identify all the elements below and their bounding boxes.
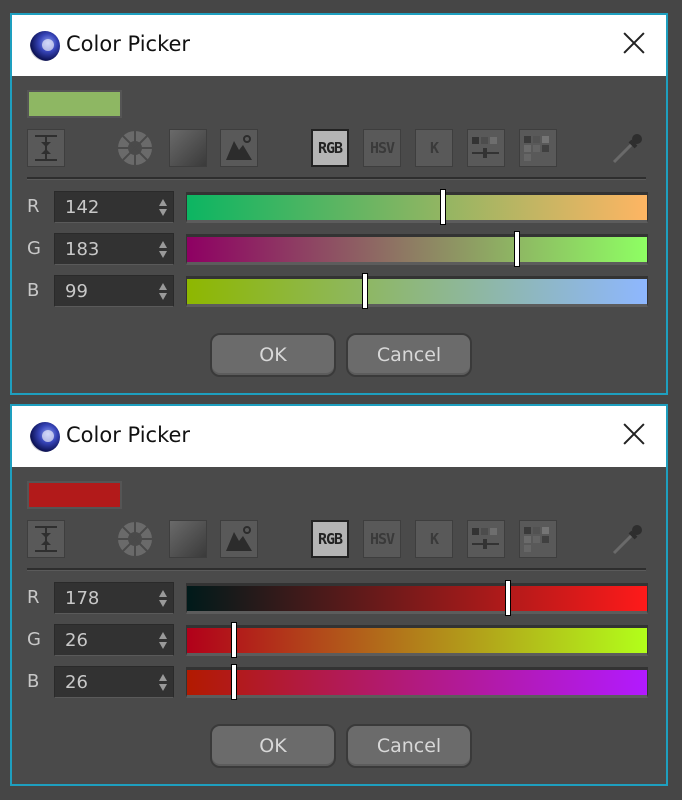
channel-label: G: [27, 238, 41, 259]
channel-slider[interactable]: [186, 189, 648, 225]
channel-row: B 99: [12, 273, 666, 309]
ok-button[interactable]: OK: [210, 724, 336, 768]
channel-label: B: [27, 280, 40, 301]
close-button[interactable]: [620, 420, 648, 448]
channel-value-input[interactable]: 178: [54, 582, 174, 614]
spinner-arrows-icon[interactable]: [159, 590, 167, 608]
channel-value-input[interactable]: 99: [54, 275, 174, 307]
window-title: Color Picker: [66, 423, 191, 447]
cancel-button[interactable]: Cancel: [346, 333, 472, 377]
slider-knob[interactable]: [514, 231, 521, 267]
divider: [27, 177, 646, 180]
image-picture-icon: [226, 135, 252, 160]
swatches-button[interactable]: [519, 520, 557, 558]
eyedropper-icon: [612, 134, 642, 164]
rgb-mode-button[interactable]: RGB: [311, 520, 349, 558]
color-preview-swatch: [27, 90, 122, 118]
color-wheel-button[interactable]: [116, 129, 154, 167]
ok-button[interactable]: OK: [210, 333, 336, 377]
swatches-button[interactable]: [519, 129, 557, 167]
fit-height-icon: [35, 526, 57, 552]
channel-label: R: [27, 196, 40, 217]
slider-knob[interactable]: [230, 664, 237, 700]
toolbar: RGB HSV K: [12, 518, 666, 558]
spinner-arrows-icon[interactable]: [159, 199, 167, 217]
slider-knob[interactable]: [362, 273, 369, 309]
eyedropper-button[interactable]: [608, 129, 646, 167]
channel-slider[interactable]: [186, 580, 648, 616]
channel-value[interactable]: 178: [65, 588, 99, 609]
mixer-button[interactable]: [467, 129, 505, 167]
mixer-icon: [472, 528, 499, 549]
slider-knob[interactable]: [505, 580, 512, 616]
eyedropper-icon: [612, 525, 642, 555]
rgb-mode-button[interactable]: RGB: [311, 129, 349, 167]
swatches-icon: [524, 136, 549, 161]
hsv-mode-button[interactable]: HSV: [363, 129, 401, 167]
mixer-icon: [472, 137, 499, 158]
channel-value-input[interactable]: 183: [54, 233, 174, 265]
app-logo-icon: [30, 31, 60, 61]
channel-row: B 26: [12, 664, 666, 700]
spinner-arrows-icon[interactable]: [159, 283, 167, 301]
swatches-icon: [524, 527, 549, 552]
kelvin-mode-button[interactable]: K: [415, 129, 453, 167]
color-picker-dialog: Color Picker RGB HSV K: [10, 13, 668, 395]
channel-value-input[interactable]: 26: [54, 624, 174, 656]
fit-height-button[interactable]: [27, 520, 65, 558]
kelvin-mode-button[interactable]: K: [415, 520, 453, 558]
channel-slider[interactable]: [186, 622, 648, 658]
mixer-button[interactable]: [467, 520, 505, 558]
fit-height-icon: [35, 135, 57, 161]
title-bar: Color Picker: [12, 406, 666, 467]
title-bar: Color Picker: [12, 15, 666, 76]
channel-row: R 178: [12, 580, 666, 616]
divider: [27, 568, 646, 571]
channel-row: R 142: [12, 189, 666, 225]
channel-value[interactable]: 26: [65, 672, 88, 693]
window-title: Color Picker: [66, 32, 191, 56]
hsv-mode-button[interactable]: HSV: [363, 520, 401, 558]
channel-label: G: [27, 629, 41, 650]
color-wheel-button[interactable]: [116, 520, 154, 558]
channel-row: G 26: [12, 622, 666, 658]
toolbar: RGB HSV K: [12, 127, 666, 167]
app-logo-icon: [30, 422, 60, 452]
channel-value[interactable]: 183: [65, 239, 99, 260]
spinner-arrows-icon[interactable]: [159, 632, 167, 650]
gradient-square-button[interactable]: [169, 520, 207, 558]
channel-value[interactable]: 26: [65, 630, 88, 651]
channel-slider[interactable]: [186, 231, 648, 267]
channel-slider[interactable]: [186, 664, 648, 700]
cancel-button[interactable]: Cancel: [346, 724, 472, 768]
image-picker-button[interactable]: [220, 129, 258, 167]
channel-slider[interactable]: [186, 273, 648, 309]
color-preview-swatch: [27, 481, 122, 509]
color-picker-dialog: Color Picker RGB HSV K: [10, 404, 668, 786]
close-button[interactable]: [620, 29, 648, 57]
gradient-square-button[interactable]: [169, 129, 207, 167]
channel-label: R: [27, 587, 40, 608]
channel-value[interactable]: 142: [65, 197, 99, 218]
channel-label: B: [27, 671, 40, 692]
image-picker-button[interactable]: [220, 520, 258, 558]
color-wheel-icon: [118, 522, 152, 556]
channel-value[interactable]: 99: [65, 281, 88, 302]
channel-value-input[interactable]: 26: [54, 666, 174, 698]
channel-row: G 183: [12, 231, 666, 267]
spinner-arrows-icon[interactable]: [159, 241, 167, 259]
slider-knob[interactable]: [230, 622, 237, 658]
color-wheel-icon: [118, 131, 152, 165]
image-picture-icon: [226, 526, 252, 551]
channel-value-input[interactable]: 142: [54, 191, 174, 223]
slider-knob[interactable]: [440, 189, 447, 225]
fit-height-button[interactable]: [27, 129, 65, 167]
eyedropper-button[interactable]: [608, 520, 646, 558]
spinner-arrows-icon[interactable]: [159, 674, 167, 692]
